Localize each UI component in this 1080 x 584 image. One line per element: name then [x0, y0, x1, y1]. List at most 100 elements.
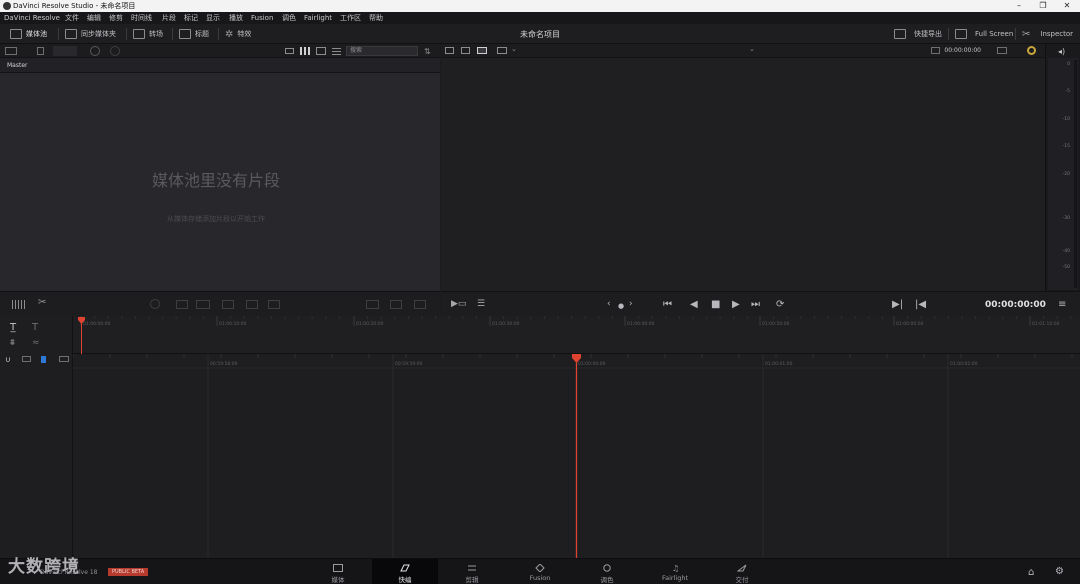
smart-insert-icon[interactable] — [150, 299, 160, 309]
viewer-menu-icon[interactable]: ≡ — [1058, 299, 1066, 310]
page-color[interactable]: 调色 — [574, 559, 640, 584]
page-media[interactable]: 媒体 — [305, 559, 371, 584]
flag-icon[interactable] — [59, 356, 69, 362]
menu-fairlight[interactable]: Fairlight — [304, 14, 332, 22]
page-fairlight[interactable]: ♫ Fairlight — [642, 559, 708, 584]
menu-edit[interactable]: 编辑 — [87, 14, 101, 22]
media-pool-panel[interactable]: 媒体池里没有片段 从媒体存储添加片段以开始工作 — [0, 73, 440, 291]
sort-icon[interactable]: ⇅ — [424, 47, 431, 56]
menu-color[interactable]: 调色 — [282, 14, 296, 22]
page-deliver[interactable]: 交付 — [709, 559, 775, 584]
filmstrip-view-icon[interactable] — [316, 47, 326, 55]
timeline-detail[interactable]: 00:59:58:00 00:59:59:00 01:00:00:00 01:00:0… — [73, 354, 1080, 558]
safe-area-icon[interactable] — [497, 47, 507, 54]
append-icon[interactable] — [176, 300, 188, 309]
titles-button[interactable]: 标题 — [179, 28, 209, 40]
playback-mode-icon[interactable]: ▶▭ — [451, 299, 466, 309]
quick-export-button[interactable]: 快捷导出 — [894, 28, 942, 40]
source-clip-icon[interactable] — [461, 47, 470, 54]
track-height-alt-icon[interactable]: T — [32, 322, 38, 333]
inspector-button[interactable]: ✂ Inspector — [1022, 28, 1073, 40]
source-tape-icon[interactable] — [445, 47, 454, 54]
page-cut[interactable]: 快编 — [372, 559, 438, 584]
media-icon — [333, 564, 343, 572]
bin-dropdown[interactable] — [53, 46, 77, 56]
menu-clip[interactable]: 片段 — [162, 14, 176, 22]
thumbnail-view-icon[interactable] — [300, 47, 310, 55]
close-up-icon[interactable] — [222, 300, 234, 309]
timeline-overview[interactable]: 01:00:00:00 01:00:10:00 01:00:20:00 01:00:3… — [73, 316, 1080, 354]
sync-icon[interactable] — [90, 46, 100, 56]
audio-icon[interactable] — [366, 300, 379, 309]
menu-trim[interactable]: 修剪 — [109, 14, 123, 22]
menu-view[interactable]: 显示 — [206, 14, 220, 22]
menu-mark[interactable]: 标记 — [184, 14, 198, 22]
home-icon[interactable]: ⌂ — [1028, 567, 1034, 578]
timeline-track-header: T̲ T ⩩ ≈ ∪ — [0, 316, 73, 558]
menu-workspace[interactable]: 工作区 — [340, 14, 361, 22]
next-edit-icon[interactable]: › — [629, 299, 633, 310]
media-pool-button[interactable]: 媒体池 — [10, 28, 47, 40]
stop-icon[interactable]: ■ — [711, 299, 720, 310]
captions-icon[interactable] — [390, 300, 402, 309]
menu-file[interactable]: 文件 — [65, 14, 79, 22]
timeline-view-icon[interactable] — [477, 47, 487, 54]
meter-tick-label: 0 — [1067, 62, 1070, 67]
list-view-icon[interactable] — [332, 47, 341, 55]
full-screen-button[interactable]: Full Screen — [955, 28, 1013, 40]
transitions-button[interactable]: 转场 — [133, 28, 163, 40]
play-reverse-icon[interactable]: ◀ — [690, 299, 698, 310]
menu-help[interactable]: 帮助 — [369, 14, 383, 22]
mark-out-icon[interactable]: |◀ — [915, 299, 926, 310]
viewer-canvas[interactable] — [441, 58, 1045, 291]
effects-button[interactable]: ✲ 特效 — [225, 28, 251, 40]
loop-icon[interactable]: ⟳ — [776, 299, 784, 310]
go-to-end-icon[interactable]: ⏭ — [751, 299, 760, 310]
color-wheel-icon[interactable] — [1027, 46, 1036, 55]
close-button[interactable]: ✕ — [1055, 0, 1079, 12]
page-edit[interactable]: 剪辑 — [439, 559, 505, 584]
scissors-icon[interactable]: ✂ — [38, 297, 46, 308]
clip-icon[interactable] — [22, 356, 31, 362]
menu-playback[interactable]: 播放 — [229, 14, 243, 22]
menu-davinci-resolve[interactable]: DaVinci Resolve — [4, 14, 60, 22]
import-icon[interactable] — [37, 47, 44, 55]
media-pool-icon — [10, 29, 22, 39]
restore-button[interactable]: ❐ — [1031, 0, 1055, 12]
settings-sliders-icon[interactable]: ☰ — [477, 299, 485, 309]
play-icon[interactable]: ▶ — [732, 299, 740, 310]
transform-icon[interactable] — [414, 300, 426, 309]
chevron-down-icon[interactable]: ⌄ — [511, 45, 517, 53]
edit-icon — [467, 564, 477, 572]
audio-waveform-icon[interactable]: ≈ — [32, 338, 40, 348]
menu-timeline[interactable]: 时间线 — [131, 14, 152, 22]
upper-ruler: 01:00:00:00 01:00:10:00 01:00:20:00 01:00:3… — [78, 316, 1072, 354]
chevron-down-icon[interactable]: ⌄ — [749, 45, 755, 53]
marker-icon[interactable] — [41, 356, 46, 363]
place-on-top-icon[interactable] — [246, 300, 258, 309]
settings-gear-icon[interactable]: ⚙ — [1055, 566, 1064, 577]
page-fusion[interactable]: Fusion — [507, 559, 573, 584]
bin-name[interactable]: Master — [7, 62, 28, 69]
menu-fusion[interactable]: Fusion — [251, 14, 273, 22]
go-to-start-icon[interactable]: ⏮ — [663, 299, 672, 310]
audio-track-height-icon[interactable]: ⩩ — [10, 338, 15, 348]
mark-in-icon[interactable]: ▶| — [892, 299, 903, 310]
source-overwrite-icon[interactable] — [268, 300, 280, 309]
meter-tick-label: -30 — [1062, 216, 1070, 221]
track-height-icon[interactable]: T̲ — [10, 322, 16, 333]
jog-dot-icon[interactable]: ● — [618, 301, 624, 312]
ripple-overwrite-icon[interactable] — [196, 300, 210, 309]
metadata-view-icon[interactable] — [285, 48, 294, 54]
search-input[interactable]: 搜索 — [346, 46, 418, 56]
viewer-options-icon[interactable] — [997, 47, 1007, 54]
magnet-icon[interactable]: ∪ — [5, 355, 11, 364]
sidebar-toggle-icon[interactable] — [5, 47, 17, 55]
sync-bin-button[interactable]: 同步媒体夹 — [65, 28, 116, 40]
timeline-options-icon[interactable] — [12, 300, 26, 309]
minimize-button[interactable]: – — [1007, 0, 1031, 12]
speaker-icon[interactable]: ◂) — [1058, 47, 1065, 56]
link-icon[interactable] — [110, 46, 120, 56]
prev-edit-icon[interactable]: ‹ — [607, 299, 611, 310]
zoom-icon[interactable] — [931, 47, 940, 54]
